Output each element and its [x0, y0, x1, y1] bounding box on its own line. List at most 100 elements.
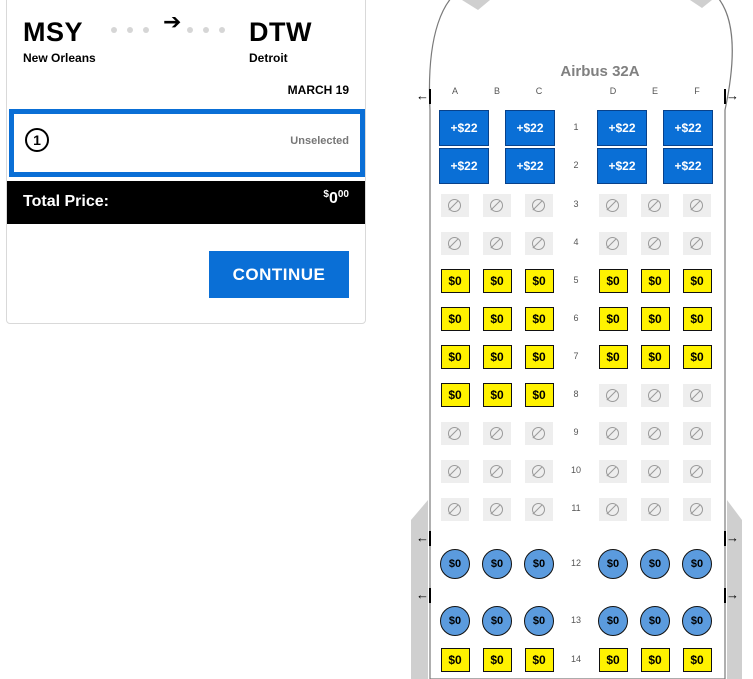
seat-12a[interactable]: $0 [440, 549, 470, 579]
seat-unavailable-4b [483, 231, 511, 255]
seat-7a[interactable]: $0 [440, 345, 470, 369]
seat-7b[interactable]: $0 [482, 345, 512, 369]
seat-unavailable-11e [641, 497, 669, 521]
seat-5d[interactable]: $0 [598, 269, 628, 293]
column-letter-c: C [535, 86, 543, 96]
seat-unavailable-9b [483, 421, 511, 445]
row-number: 14 [570, 654, 581, 664]
seat-7d[interactable]: $0 [598, 345, 628, 369]
row-number: 12 [570, 558, 581, 568]
seat-unavailable-9d [599, 421, 627, 445]
seat-unavailable-4d [599, 231, 627, 255]
seat-14e[interactable]: $0 [640, 648, 670, 672]
seat-5c[interactable]: $0 [524, 269, 554, 293]
seat-14f[interactable]: $0 [682, 648, 712, 672]
seat-unavailable-8f [683, 383, 711, 407]
seat-12d[interactable]: $0 [598, 549, 628, 579]
seat-7e[interactable]: $0 [640, 345, 670, 369]
seat-5b[interactable]: $0 [482, 269, 512, 293]
exit-arrow-icon: → [724, 530, 739, 547]
exit-arrow-icon: ← [416, 88, 431, 105]
seat-selection-screen: MSY New Orleans ➔ DTW Detroit MARCH 19 1… [0, 0, 753, 679]
seat-unavailable-3f [683, 193, 711, 217]
seat-13f[interactable]: $0 [682, 606, 712, 636]
seat-unavailable-10b [483, 459, 511, 483]
seat-unavailable-3b [483, 193, 511, 217]
seat-unavailable-10c [525, 459, 553, 483]
aircraft-fuselage [411, 0, 742, 679]
seat-unavailable-9e [641, 421, 669, 445]
seat-12c[interactable]: $0 [524, 549, 554, 579]
seat-6c[interactable]: $0 [524, 307, 554, 331]
seat-5e[interactable]: $0 [640, 269, 670, 293]
seat-unavailable-10f [683, 459, 711, 483]
seat-unavailable-3c [525, 193, 553, 217]
seat-5f[interactable]: $0 [682, 269, 712, 293]
row-number: 9 [573, 427, 579, 437]
seat-14d[interactable]: $0 [598, 648, 628, 672]
exit-arrow-icon: → [724, 88, 739, 105]
seat-13c[interactable]: $0 [524, 606, 554, 636]
seat-unavailable-8d [599, 383, 627, 407]
seat-13d[interactable]: $0 [598, 606, 628, 636]
seat-14a[interactable]: $0 [440, 648, 470, 672]
seat-1a[interactable]: +$22 [439, 110, 489, 146]
exit-arrow-icon: → [724, 587, 739, 604]
row-number: 8 [573, 389, 579, 399]
seat-unavailable-9a [441, 421, 469, 445]
column-letter-e: E [651, 86, 658, 96]
seat-unavailable-10a [441, 459, 469, 483]
seat-2f[interactable]: +$22 [663, 148, 713, 184]
seat-unavailable-11f [683, 497, 711, 521]
row-number: 7 [573, 351, 579, 361]
seat-6d[interactable]: $0 [598, 307, 628, 331]
exit-arrow-icon: ← [416, 587, 431, 604]
column-letter-d: D [609, 86, 617, 96]
seat-2a[interactable]: +$22 [439, 148, 489, 184]
seat-unavailable-11a [441, 497, 469, 521]
seat-7c[interactable]: $0 [524, 345, 554, 369]
seat-unavailable-8e [641, 383, 669, 407]
seat-13e[interactable]: $0 [640, 606, 670, 636]
seat-6b[interactable]: $0 [482, 307, 512, 331]
seat-unavailable-3d [599, 193, 627, 217]
seat-unavailable-11c [525, 497, 553, 521]
column-letter-a: A [451, 86, 458, 96]
seat-unavailable-4c [525, 231, 553, 255]
seat-12f[interactable]: $0 [682, 549, 712, 579]
seat-6f[interactable]: $0 [682, 307, 712, 331]
seat-8b[interactable]: $0 [482, 383, 512, 407]
seat-1d[interactable]: +$22 [597, 110, 647, 146]
seat-unavailable-10e [641, 459, 669, 483]
seat-14c[interactable]: $0 [524, 648, 554, 672]
seat-1c[interactable]: +$22 [505, 110, 555, 146]
seat-13a[interactable]: $0 [440, 606, 470, 636]
seat-unavailable-10d [599, 459, 627, 483]
seat-13b[interactable]: $0 [482, 606, 512, 636]
seat-2c[interactable]: +$22 [505, 148, 555, 184]
seat-unavailable-9f [683, 421, 711, 445]
row-number: 2 [573, 160, 579, 170]
aircraft-model: Airbus 32A [560, 63, 640, 80]
seat-unavailable-4e [641, 231, 669, 255]
seat-14b[interactable]: $0 [482, 648, 512, 672]
seat-5a[interactable]: $0 [440, 269, 470, 293]
column-letter-f: F [694, 86, 700, 96]
seat-12b[interactable]: $0 [482, 549, 512, 579]
row-number: 4 [573, 237, 579, 247]
seat-12e[interactable]: $0 [640, 549, 670, 579]
row-number: 3 [573, 199, 579, 209]
row-number: 11 [571, 503, 581, 513]
seat-7f[interactable]: $0 [682, 345, 712, 369]
seat-6a[interactable]: $0 [440, 307, 470, 331]
seat-8a[interactable]: $0 [440, 383, 470, 407]
seat-1f[interactable]: +$22 [663, 110, 713, 146]
seat-unavailable-4a [441, 231, 469, 255]
seat-6e[interactable]: $0 [640, 307, 670, 331]
seat-unavailable-11d [599, 497, 627, 521]
row-number: 1 [573, 122, 579, 132]
seat-2d[interactable]: +$22 [597, 148, 647, 184]
row-number: 10 [570, 465, 581, 475]
seat-8c[interactable]: $0 [524, 383, 554, 407]
seat-unavailable-11b [483, 497, 511, 521]
